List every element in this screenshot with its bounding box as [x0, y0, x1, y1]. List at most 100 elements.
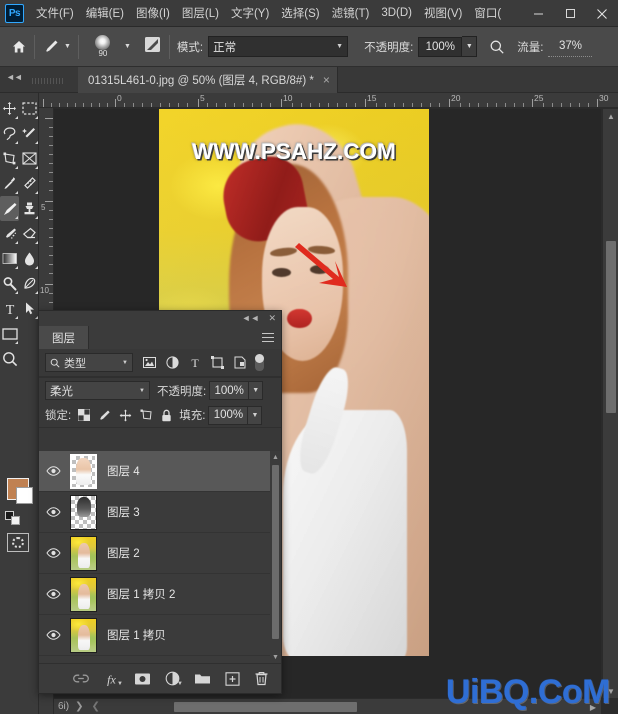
menu-layer[interactable]: 图层(L) [176, 1, 225, 26]
document-tab[interactable]: 01315L461-0.jpg @ 50% (图层 4, RGB/8#) * × [78, 67, 338, 93]
lock-transparency-icon[interactable] [78, 409, 91, 421]
layer-visibility-toggle[interactable] [39, 548, 68, 558]
brush-size-caret-icon[interactable]: ▼ [124, 43, 131, 50]
new-adjustment-layer-button[interactable]: ▼ [165, 671, 183, 687]
table-row[interactable]: 图层 3 [39, 492, 281, 533]
filter-pixel-icon[interactable] [143, 357, 156, 368]
scroll-up-icon[interactable]: ▲ [270, 451, 281, 463]
delete-layer-button[interactable] [254, 671, 269, 686]
collapse-arrows-icon[interactable]: ◄◄ [6, 72, 23, 82]
menu-file[interactable]: 文件(F) [30, 1, 80, 26]
layer-thumbnail[interactable] [70, 617, 97, 653]
layer-thumbnail[interactable] [70, 535, 97, 571]
menu-filter[interactable]: 滤镜(T) [326, 1, 376, 26]
home-button[interactable] [11, 39, 27, 55]
color-swatches[interactable] [7, 478, 33, 504]
marquee-tool[interactable] [19, 96, 39, 121]
filter-adjustment-icon[interactable] [166, 356, 179, 369]
layer-blend-mode-select[interactable]: 柔光 ▼ [45, 381, 150, 400]
filter-smart-object-icon[interactable] [234, 356, 246, 369]
lock-position-icon[interactable] [119, 409, 132, 422]
layer-visibility-toggle[interactable] [39, 507, 68, 517]
layer-style-button[interactable]: fx ▼ [103, 672, 123, 687]
new-group-button[interactable] [194, 672, 211, 685]
default-colors-icon[interactable] [5, 511, 22, 525]
brush-tool-caret-icon[interactable]: ▼ [64, 43, 71, 50]
scroll-down-icon[interactable]: ▼ [270, 651, 281, 663]
layer-visibility-toggle[interactable] [39, 630, 68, 640]
menu-select[interactable]: 选择(S) [275, 1, 325, 26]
opacity-stepper[interactable]: ▼ [462, 36, 478, 57]
scroll-thumb-vertical[interactable] [606, 241, 616, 413]
layer-thumbnail[interactable] [70, 494, 97, 530]
tab-layers[interactable]: 图层 [39, 326, 89, 349]
healing-brush-tool[interactable] [19, 171, 39, 196]
link-layers-button[interactable] [73, 673, 89, 684]
panel-collapse-icon[interactable]: ◄◄ [242, 313, 260, 324]
lasso-tool[interactable] [0, 121, 19, 146]
add-mask-button[interactable] [134, 672, 151, 686]
layer-fill-stepper[interactable]: ▼ [248, 405, 263, 425]
eyedropper-tool[interactable] [0, 171, 19, 196]
quick-selection-tool[interactable] [19, 121, 39, 146]
panel-close-icon[interactable]: ✕ [268, 313, 276, 324]
crop-tool[interactable] [19, 146, 39, 171]
close-button[interactable] [586, 0, 618, 27]
move-tool[interactable] [0, 96, 19, 121]
layer-thumbnail[interactable] [70, 453, 97, 489]
layers-list[interactable]: 图层 4 图层 3 图层 2 图层 1 拷贝 2 图层 1 拷贝 [39, 451, 281, 663]
scroll-up-icon[interactable]: ▲ [603, 109, 618, 123]
rectangle-tool[interactable] [0, 321, 19, 346]
table-row[interactable]: 图层 2 [39, 533, 281, 574]
panel-menu-icon[interactable] [262, 333, 274, 345]
lock-image-icon[interactable] [98, 409, 111, 422]
type-tool[interactable]: T [0, 296, 19, 321]
menu-type[interactable]: 文字(Y) [225, 1, 275, 26]
scroll-thumb[interactable] [272, 465, 279, 639]
gradient-tool[interactable] [0, 246, 19, 271]
history-brush-tool[interactable] [0, 221, 19, 246]
layer-opacity-stepper[interactable]: ▼ [249, 381, 264, 400]
layer-thumbnail[interactable] [70, 576, 97, 612]
path-selection-tool[interactable] [19, 296, 39, 321]
filter-kind-select[interactable]: 类型 ▼ [45, 353, 133, 372]
layer-visibility-toggle[interactable] [39, 589, 68, 599]
menu-edit[interactable]: 编辑(E) [80, 1, 130, 26]
maximize-button[interactable] [554, 0, 586, 27]
scroll-thumb-horizontal[interactable] [174, 702, 357, 712]
minimize-button[interactable] [522, 0, 554, 27]
table-row[interactable]: 图层 4 [39, 451, 281, 492]
layer-fill-input[interactable]: 100% [208, 405, 249, 425]
blend-mode-select[interactable]: 正常 ▼ [208, 36, 349, 57]
lock-artboard-icon[interactable] [140, 409, 153, 422]
layer-visibility-toggle[interactable] [39, 466, 68, 476]
layers-panel-scrollbar[interactable]: ▲ ▼ [270, 451, 281, 663]
filter-enable-toggle[interactable] [255, 354, 264, 371]
blur-tool[interactable] [19, 246, 39, 271]
canvas-vertical-scrollbar[interactable]: ▲ ▼ [602, 109, 618, 698]
menu-window[interactable]: 窗口( [468, 1, 507, 26]
clone-stamp-tool[interactable] [19, 196, 39, 221]
filter-shape-icon[interactable] [211, 356, 224, 369]
zoom-tool[interactable] [0, 346, 19, 371]
menu-3d[interactable]: 3D(D) [375, 3, 418, 24]
flow-input[interactable]: 37% [548, 37, 593, 57]
menu-view[interactable]: 视图(V) [418, 1, 468, 26]
brush-tool-indicator[interactable]: ▼ [42, 38, 71, 56]
layer-opacity-input[interactable]: 100% [209, 381, 250, 400]
new-layer-button[interactable] [225, 671, 240, 686]
brush-panel-button[interactable] [143, 35, 162, 59]
lock-all-icon[interactable] [161, 409, 172, 422]
background-color-swatch[interactable] [16, 487, 33, 504]
perspective-crop-tool[interactable] [0, 146, 19, 171]
table-row[interactable]: 图层 1 拷贝 [39, 615, 281, 656]
close-tab-icon[interactable]: × [323, 73, 330, 87]
table-row[interactable]: 图层 1 拷贝 2 [39, 574, 281, 615]
filter-type-icon[interactable]: T [189, 356, 201, 369]
status-next-icon[interactable]: ❯ [75, 701, 83, 712]
dock-grip[interactable] [32, 78, 64, 84]
airbrush-button[interactable] [489, 39, 505, 55]
eraser-tool[interactable] [19, 221, 39, 246]
status-prev-icon[interactable]: ❮ [92, 701, 100, 712]
menu-image[interactable]: 图像(I) [130, 1, 176, 26]
